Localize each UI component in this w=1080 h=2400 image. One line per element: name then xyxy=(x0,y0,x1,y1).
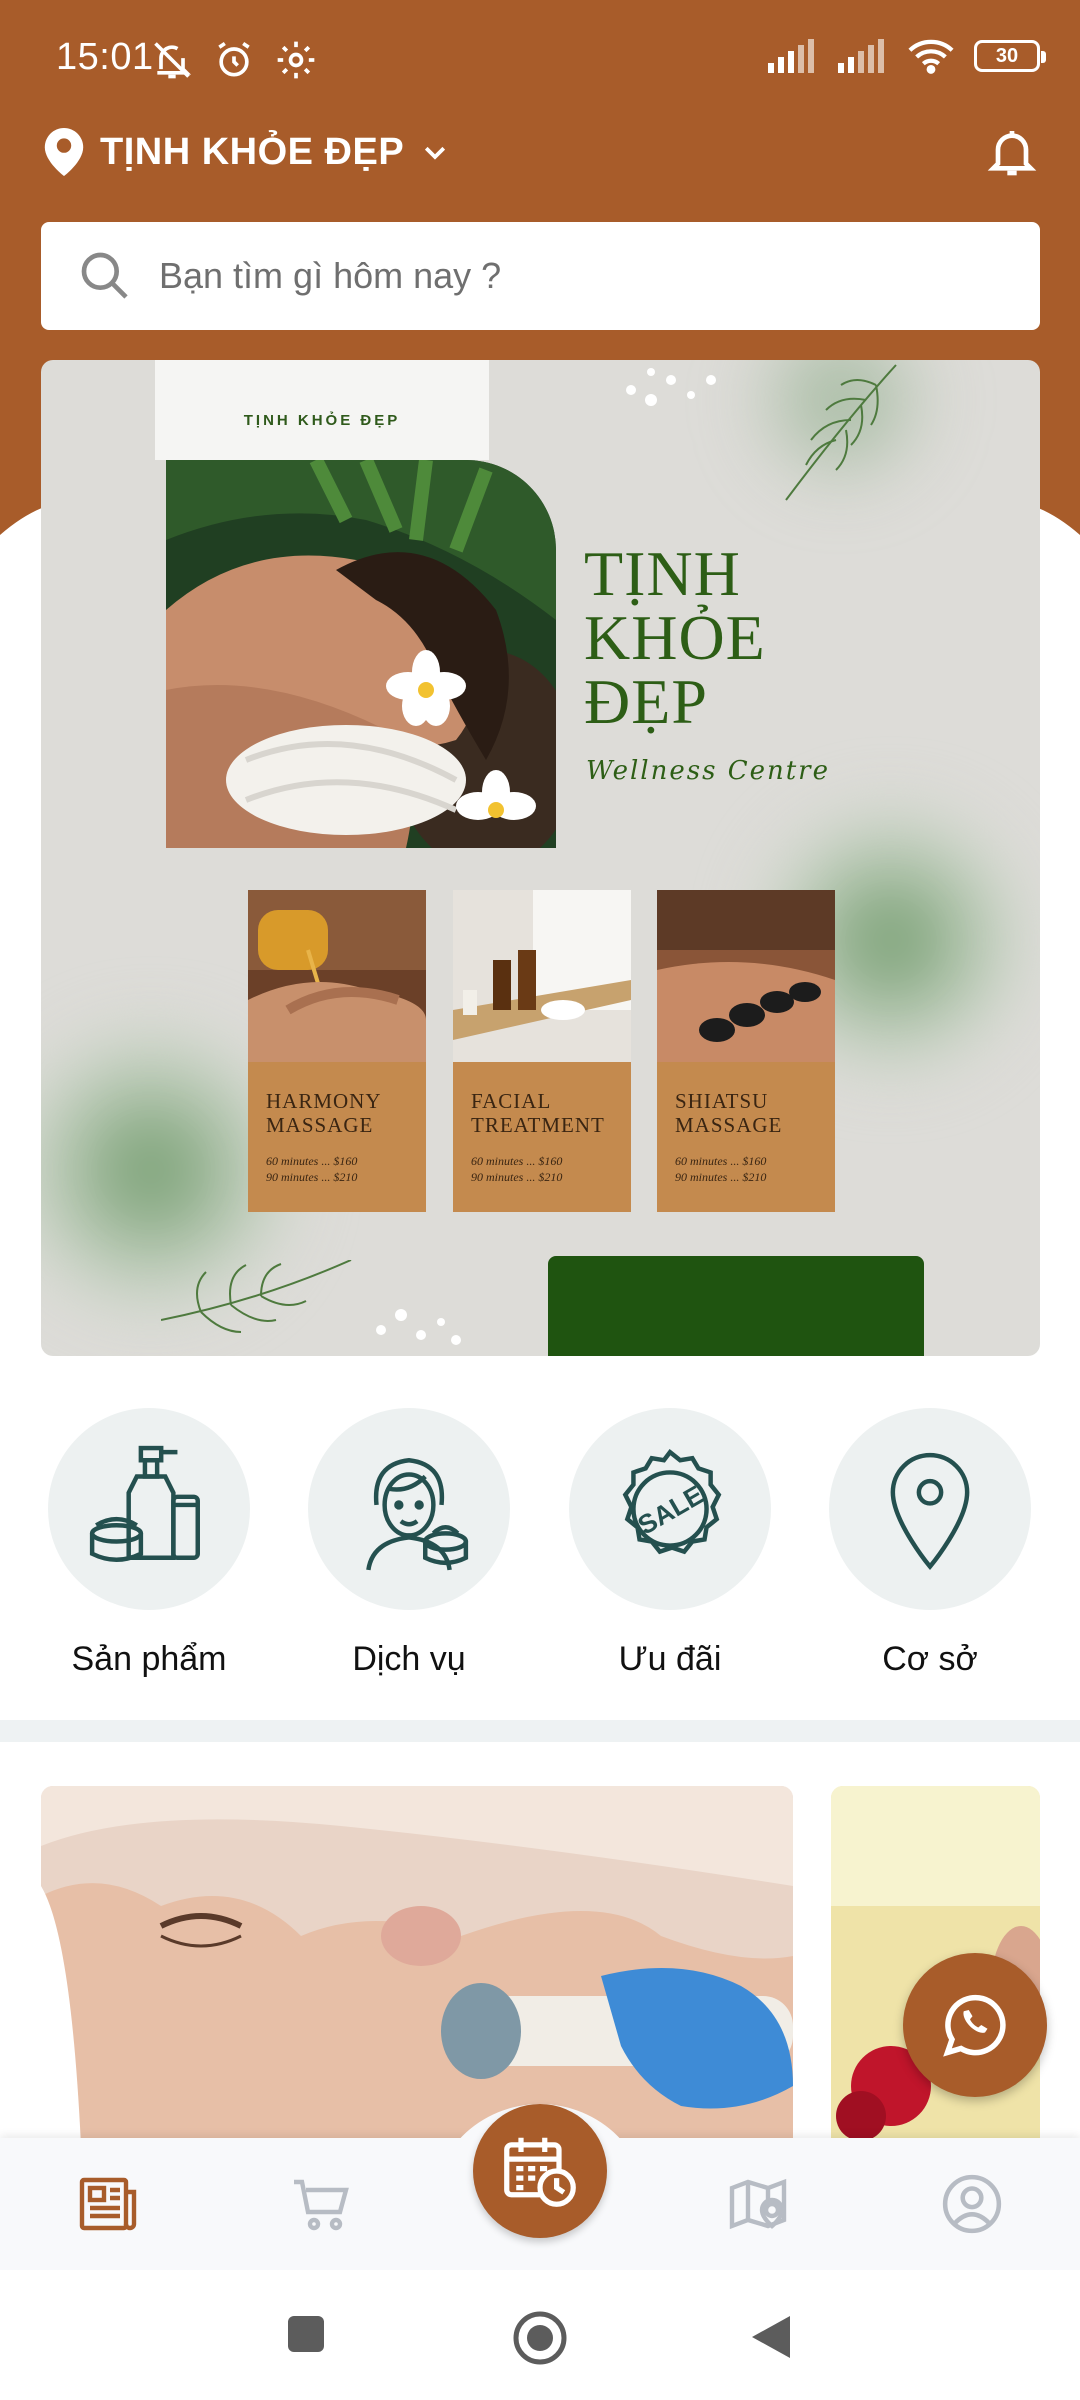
banner-title: TỊNH KHỎE ĐẸP xyxy=(584,542,766,734)
banner-title-line: TỊNH xyxy=(584,538,741,609)
category-label: Dịch vụ xyxy=(352,1640,466,1678)
service-card-title-line: MASSAGE xyxy=(675,1113,783,1137)
signal-2-icon xyxy=(838,39,884,73)
service-card-photo xyxy=(657,890,835,1062)
service-card-price-line: 60 minutes ... $160 xyxy=(675,1154,767,1168)
search-icon xyxy=(81,252,128,299)
notifications-off-icon xyxy=(154,42,192,79)
category-circle xyxy=(829,1408,1031,1610)
settings-icon xyxy=(277,41,315,79)
category-locations[interactable]: Cơ sở xyxy=(820,1408,1040,1679)
service-card-price-line: 90 minutes ... $210 xyxy=(471,1170,563,1184)
service-card-title-line: MASSAGE xyxy=(266,1113,374,1137)
whatsapp-icon xyxy=(943,1994,1006,2057)
back-icon[interactable] xyxy=(750,2314,792,2360)
chevron-down-icon xyxy=(425,146,446,160)
banner-title-line: ĐẸP xyxy=(584,666,708,737)
bell-icon[interactable] xyxy=(984,124,1040,180)
leaf-decoration-bottom xyxy=(161,1260,352,1333)
category-products[interactable]: Sản phẩm xyxy=(39,1408,259,1679)
category-circle: SALE xyxy=(569,1408,771,1610)
category-label: Ưu đãi xyxy=(618,1640,722,1678)
news-icon xyxy=(79,2177,137,2231)
map-pin-icon xyxy=(44,128,84,176)
leaf-decoration-top xyxy=(785,364,897,501)
category-circle xyxy=(308,1408,510,1610)
dots-decoration xyxy=(376,1309,461,1345)
search-bar[interactable] xyxy=(41,222,1040,330)
promo-card[interactable] xyxy=(41,1786,793,2146)
service-card: FACIAL TREATMENT 60 minutes ... $160 90 … xyxy=(453,890,631,1212)
service-card-photo xyxy=(453,890,631,1062)
service-card-price-line: 60 minutes ... $160 xyxy=(266,1154,358,1168)
status-bar: 15:01 30 xyxy=(0,0,1080,120)
service-card-title: FACIAL TREATMENT xyxy=(453,1067,631,1137)
service-card: SHIATSU MASSAGE 60 minutes ... $160 90 m… xyxy=(657,890,835,1212)
dots-decoration xyxy=(626,368,716,406)
service-card-title: HARMONY MASSAGE xyxy=(248,1067,426,1137)
alarm-icon xyxy=(218,41,250,77)
category-offers[interactable]: SALE Ưu đãi xyxy=(560,1408,780,1679)
calendar-booking-icon xyxy=(504,2137,576,2207)
service-card-title-line: HARMONY xyxy=(266,1089,382,1113)
facial-service-icon xyxy=(366,1458,469,1571)
status-time: 15:01 xyxy=(56,36,154,78)
section-divider xyxy=(0,1720,1080,1742)
nav-profile[interactable] xyxy=(936,2168,1008,2240)
sale-badge-icon: SALE xyxy=(622,1448,722,1555)
system-navigation xyxy=(0,2270,1080,2400)
category-row: Sản phẩm Dịch vụ SALE Ưu đãi Cơ sở xyxy=(0,1408,1080,1708)
service-card-title-line: FACIAL xyxy=(471,1089,552,1113)
service-card-title: SHIATSU MASSAGE xyxy=(657,1067,835,1137)
battery-icon: 30 xyxy=(974,40,1046,72)
location-selector[interactable]: TỊNH KHỎE ĐẸP xyxy=(44,128,450,176)
service-card-price: 60 minutes ... $160 90 minutes ... $210 xyxy=(657,1137,835,1185)
banner-title-line: KHỎE xyxy=(584,602,766,673)
battery-level: 30 xyxy=(995,44,1019,67)
service-card-price-line: 60 minutes ... $160 xyxy=(471,1154,563,1168)
service-card-price: 60 minutes ... $160 90 minutes ... $210 xyxy=(453,1137,631,1185)
cosmetics-icon xyxy=(89,1445,200,1563)
home-icon[interactable] xyxy=(512,2310,568,2366)
nav-cart[interactable] xyxy=(286,2168,358,2240)
booking-button[interactable] xyxy=(473,2104,607,2238)
signal-1-icon xyxy=(768,39,814,73)
location-name: TỊNH KHỎE ĐẸP xyxy=(100,130,405,173)
nav-map[interactable] xyxy=(722,2168,794,2240)
service-card: HARMONY MASSAGE 60 minutes ... $160 90 m… xyxy=(248,890,426,1212)
wifi-icon xyxy=(908,39,954,74)
category-circle xyxy=(48,1408,250,1610)
map-icon xyxy=(729,2178,787,2230)
recents-icon[interactable] xyxy=(286,2314,326,2354)
service-card-title-line: TREATMENT xyxy=(471,1113,605,1137)
banner-cta-block xyxy=(548,1256,924,1356)
service-card-title-line: SHIATSU xyxy=(675,1089,769,1113)
cart-icon xyxy=(294,2179,349,2231)
service-card-photo xyxy=(248,890,426,1062)
service-card-price-line: 90 minutes ... $210 xyxy=(675,1170,767,1184)
whatsapp-button[interactable] xyxy=(903,1953,1047,2097)
category-label: Cơ sở xyxy=(882,1640,978,1678)
promo-banner[interactable]: TỊNH KHỎE ĐẸP TỊNH KHỎE ĐẸP Wellness Cen… xyxy=(41,360,1040,1356)
banner-tag: TỊNH KHỎE ĐẸP xyxy=(155,360,489,460)
service-card-price: 60 minutes ... $160 90 minutes ... $210 xyxy=(248,1137,426,1185)
search-input[interactable] xyxy=(159,255,979,297)
service-card-price-line: 90 minutes ... $210 xyxy=(266,1170,358,1184)
promo-card-photo xyxy=(41,1786,793,2146)
banner-subtitle: Wellness Centre xyxy=(586,756,830,786)
banner-main-photo xyxy=(166,460,556,848)
category-services[interactable]: Dịch vụ xyxy=(299,1408,519,1679)
nav-news[interactable] xyxy=(72,2168,144,2240)
profile-icon xyxy=(942,2174,1002,2234)
category-label: Sản phẩm xyxy=(71,1640,227,1678)
location-pin-icon xyxy=(890,1453,970,1571)
